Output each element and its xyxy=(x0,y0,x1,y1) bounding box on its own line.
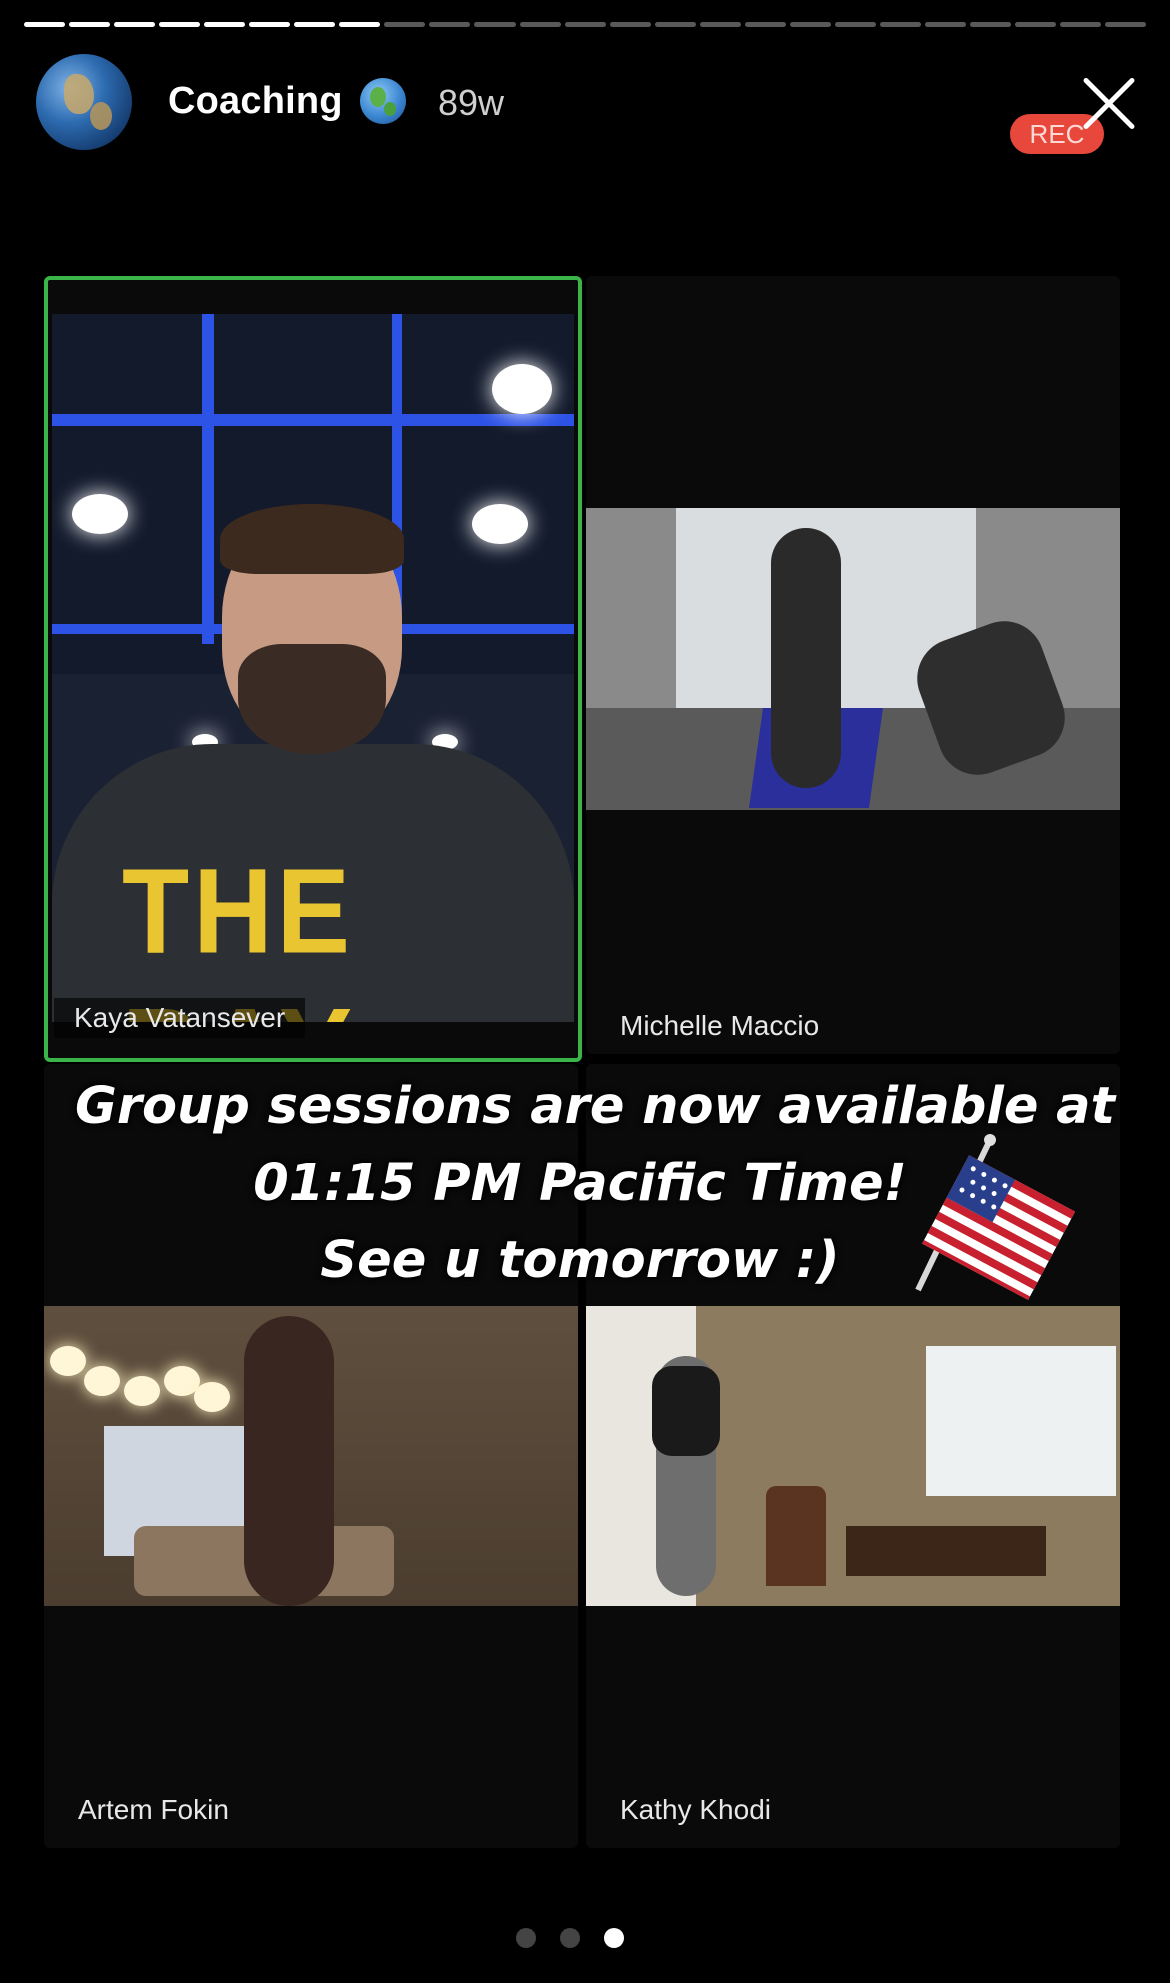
participant-name: Kaya Vatansever xyxy=(54,998,306,1038)
camera-feed: THE BAY xyxy=(52,314,574,1022)
account-handle[interactable]: Coaching xyxy=(168,80,343,123)
progress-segment xyxy=(159,22,201,27)
video-tile-kaya: THE BAY Kaya Vatansever xyxy=(44,276,582,1062)
progress-segment xyxy=(519,22,561,27)
progress-segment xyxy=(249,22,291,27)
post-age: 89w xyxy=(438,82,505,123)
progress-segment xyxy=(429,22,471,27)
pagination-dot[interactable] xyxy=(560,1928,580,1948)
progress-segment xyxy=(474,22,516,27)
progress-segment xyxy=(699,22,741,27)
progress-segment xyxy=(294,22,336,27)
pagination-dot[interactable] xyxy=(604,1928,624,1948)
progress-segment xyxy=(204,22,246,27)
pagination-dots xyxy=(516,1928,624,1948)
progress-segment xyxy=(564,22,606,27)
pagination-dot[interactable] xyxy=(516,1928,536,1948)
progress-segment xyxy=(1060,22,1102,27)
progress-segment xyxy=(744,22,786,27)
story-progress-bar xyxy=(24,22,1147,28)
progress-segment xyxy=(924,22,966,27)
participant-name: Kathy Khodi xyxy=(620,1794,771,1825)
progress-segment xyxy=(609,22,651,27)
progress-segment xyxy=(834,22,876,27)
progress-segment xyxy=(69,22,111,27)
progress-segment xyxy=(654,22,696,27)
globe-icon xyxy=(360,78,406,124)
profile-avatar[interactable] xyxy=(36,54,132,150)
camera-feed xyxy=(586,1306,1120,1606)
progress-segment xyxy=(879,22,921,27)
participant-name: Artem Fokin xyxy=(78,1794,229,1825)
progress-segment xyxy=(1015,22,1057,27)
shirt-print: THE BAY xyxy=(122,843,354,1023)
participant-name: Michelle Maccio xyxy=(620,1010,820,1041)
video-tile-michelle: Michelle Maccio xyxy=(586,276,1120,1054)
us-flag-icon xyxy=(915,1134,1076,1300)
progress-segment xyxy=(114,22,156,27)
progress-segment xyxy=(24,22,66,27)
progress-segment xyxy=(339,22,381,27)
progress-segment xyxy=(969,22,1012,27)
progress-segment xyxy=(384,22,426,27)
close-icon[interactable] xyxy=(1078,72,1140,134)
camera-feed xyxy=(44,1306,578,1606)
progress-segment xyxy=(789,22,831,27)
camera-feed xyxy=(586,508,1120,810)
progress-segment xyxy=(1105,22,1147,27)
